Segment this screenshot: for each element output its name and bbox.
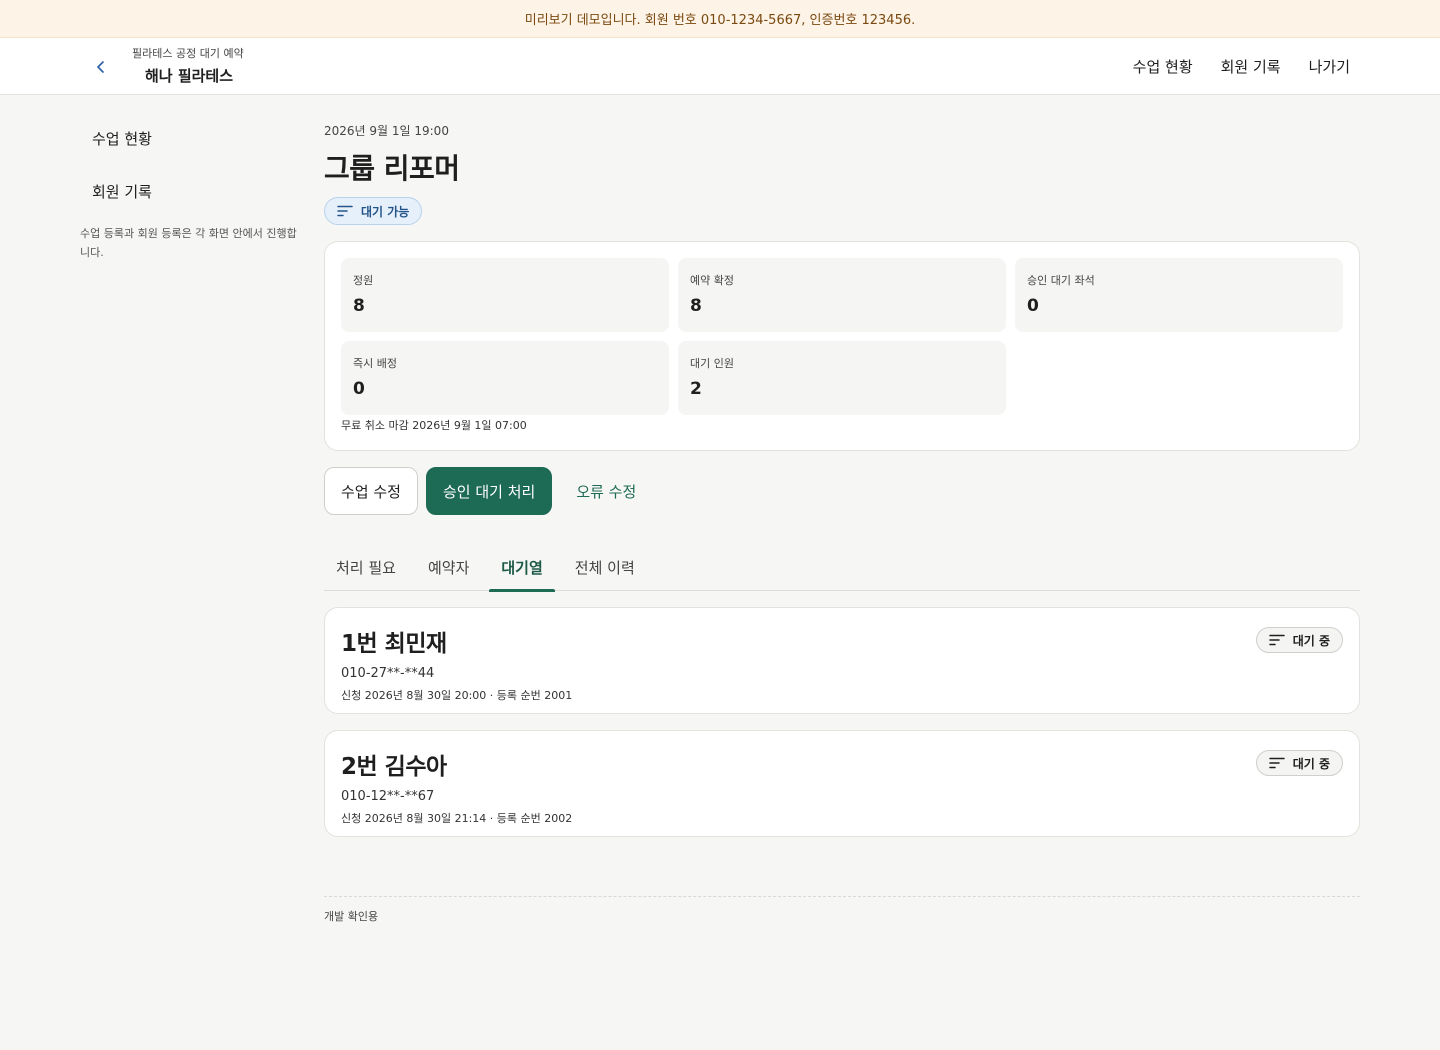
stat-capacity: 정원 8	[341, 258, 669, 332]
sidebar: 수업 현황 회원 기록 수업 등록과 회원 등록은 각 화면 안에서 진행합니다…	[80, 118, 300, 262]
waitlist: 1번 최민재 010-27**-**44 신청 2026년 8월 30일 20:…	[324, 607, 1360, 837]
stat-value: 0	[353, 379, 365, 399]
stat-value: 0	[1027, 296, 1039, 316]
status-badge-label: 대기 중	[1292, 633, 1330, 648]
status-badge-label: 대기 중	[1292, 756, 1330, 771]
dev-footer: 개발 확인용	[324, 896, 1360, 924]
waitlist-member-meta: 신청 2026년 8월 30일 20:00 · 등록 순번 2001	[341, 689, 573, 702]
top-bar: 필라테스 공정 대기 예약 해나 필라테스 수업 현황 회원 기록 나가기	[0, 38, 1440, 95]
top-nav-member-records[interactable]: 회원 기록	[1221, 56, 1281, 77]
top-nav-exit[interactable]: 나가기	[1309, 56, 1350, 77]
stat-label: 예약 확정	[690, 274, 734, 287]
stat-label: 즉시 배정	[353, 357, 397, 370]
fix-error-button[interactable]: 오류 수정	[560, 467, 652, 515]
list-item[interactable]: 1번 최민재 010-27**-**44 신청 2026년 8월 30일 20:…	[324, 607, 1360, 714]
stat-value: 8	[690, 296, 702, 316]
status-badge: 대기 중	[1255, 627, 1343, 653]
class-datetime: 2026년 9월 1일 19:00	[324, 124, 449, 138]
demo-banner-text: 미리보기 데모입니다. 회원 번호 010-1234-5667, 인증번호 12…	[524, 13, 916, 28]
top-nav-class-status[interactable]: 수업 현황	[1133, 56, 1193, 77]
approve-pending-button[interactable]: 승인 대기 처리	[425, 467, 553, 515]
stat-pending-seats: 승인 대기 좌석 0	[1015, 258, 1343, 332]
edit-class-button[interactable]: 수업 수정	[324, 467, 418, 515]
tab-waitlist[interactable]: 대기열	[489, 543, 556, 592]
back-button[interactable]	[88, 54, 114, 80]
class-status-badge: 대기 가능	[324, 197, 423, 225]
class-status-label: 대기 가능	[361, 204, 410, 219]
stat-label: 대기 인원	[690, 357, 734, 370]
list-item[interactable]: 2번 김수아 010-12**-**67 신청 2026년 8월 30일 21:…	[324, 730, 1360, 837]
top-nav: 수업 현황 회원 기록 나가기	[1133, 38, 1350, 95]
waitlist-member-meta: 신청 2026년 8월 30일 21:14 · 등록 순번 2002	[341, 812, 573, 825]
waitlist-member-phone: 010-12**-**67	[341, 789, 435, 804]
action-bar: 수업 수정 승인 대기 처리 오류 수정	[324, 467, 1360, 515]
class-summary-card: 정원 8 예약 확정 8 승인 대기 좌석 0 즉시 배정 0 대기 인원 2 …	[324, 241, 1360, 451]
filter-lines-icon	[337, 205, 353, 217]
tab-full-history[interactable]: 전체 이력	[563, 543, 647, 591]
tab-reservations[interactable]: 예약자	[416, 543, 481, 591]
stat-value: 8	[353, 296, 365, 316]
stat-value: 2	[690, 379, 702, 399]
stat-instant-assign: 즉시 배정 0	[341, 341, 669, 415]
chevron-left-icon	[97, 61, 104, 73]
stat-confirmed: 예약 확정 8	[678, 258, 1006, 332]
filter-lines-icon	[1268, 634, 1285, 646]
main-content: 2026년 9월 1일 19:00 그룹 리포머 대기 가능 정원 8 예약 확…	[324, 118, 1360, 837]
sidebar-item-class-status[interactable]: 수업 현황	[80, 118, 300, 159]
dev-footer-text: 개발 확인용	[324, 910, 379, 923]
status-badge: 대기 중	[1255, 750, 1343, 776]
cancel-deadline: 무료 취소 마감 2026년 9월 1일 07:00	[341, 419, 527, 432]
sidebar-note: 수업 등록과 회원 등록은 각 화면 안에서 진행합니다.	[80, 227, 297, 259]
app-subtitle: 필라테스 공정 대기 예약	[132, 47, 244, 60]
tab-needs-action[interactable]: 처리 필요	[324, 543, 408, 591]
stat-waitlist-count: 대기 인원 2	[678, 341, 1006, 415]
stat-label: 정원	[353, 274, 374, 287]
waitlist-member-name: 2번 김수아	[341, 754, 447, 780]
sidebar-item-member-records[interactable]: 회원 기록	[80, 171, 300, 212]
tab-bar: 처리 필요 예약자 대기열 전체 이력	[324, 543, 1360, 592]
filter-lines-icon	[1268, 757, 1285, 769]
studio-name: 해나 필라테스	[145, 67, 234, 85]
demo-banner: 미리보기 데모입니다. 회원 번호 010-1234-5667, 인증번호 12…	[0, 0, 1440, 38]
class-title: 그룹 리포머	[324, 152, 460, 185]
waitlist-member-phone: 010-27**-**44	[341, 666, 435, 681]
stat-label: 승인 대기 좌석	[1027, 274, 1095, 287]
waitlist-member-name: 1번 최민재	[341, 631, 447, 657]
